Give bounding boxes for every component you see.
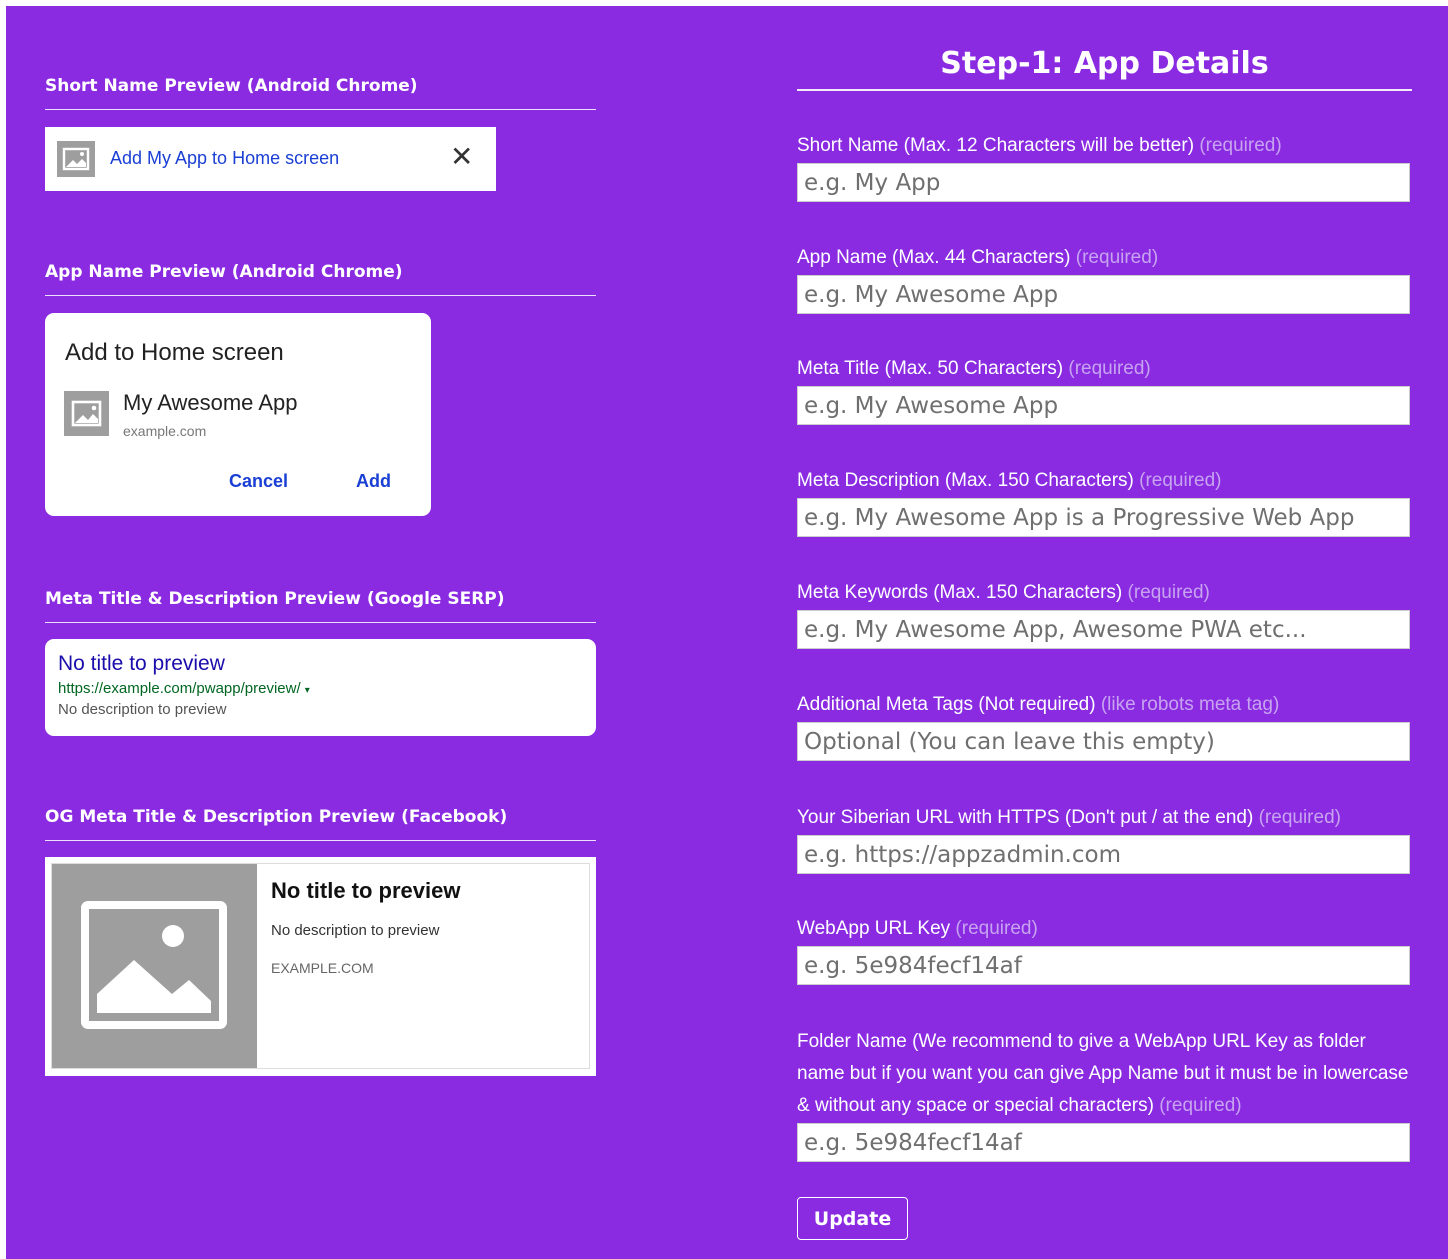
short-name-input[interactable]	[797, 163, 1410, 202]
app-image-placeholder-icon	[64, 391, 109, 436]
facebook-preview-title: OG Meta Title & Description Preview (Fac…	[45, 807, 596, 841]
folder-name-input[interactable]	[797, 1123, 1410, 1162]
app-name-preview-title: App Name Preview (Android Chrome)	[45, 262, 596, 296]
dialog-cancel-button[interactable]: Cancel	[229, 471, 288, 492]
og-description: No description to preview	[271, 922, 440, 939]
short-name-banner: Add My App to Home screen ✕	[45, 127, 496, 191]
add-to-home-dialog: Add to Home screen My Awesome App exampl…	[45, 313, 431, 516]
short-name-preview-title: Short Name Preview (Android Chrome)	[45, 76, 596, 110]
meta-keywords-label: Meta Keywords (Max. 150 Characters) (req…	[797, 582, 1210, 603]
dialog-domain: example.com	[123, 423, 207, 439]
page-background: Short Name Preview (Android Chrome) Add …	[6, 6, 1448, 1259]
og-domain: EXAMPLE.COM	[271, 960, 374, 976]
serp-result-title[interactable]: No title to preview	[58, 652, 225, 676]
update-button[interactable]: Update	[797, 1197, 908, 1240]
facebook-og-inner: No title to preview No description to pr…	[51, 863, 590, 1069]
og-image-placeholder-icon	[52, 864, 257, 1068]
app-name-label: App Name (Max. 44 Characters) (required)	[797, 247, 1159, 268]
form-heading: Step-1: App Details	[797, 46, 1412, 91]
siberian-url-input[interactable]	[797, 835, 1410, 874]
caret-down-icon[interactable]: ▾	[305, 685, 310, 696]
folder-name-label: Folder Name (We recommend to give a WebA…	[797, 1031, 1409, 1116]
close-icon[interactable]: ✕	[450, 141, 473, 173]
webapp-url-key-label: WebApp URL Key (required)	[797, 918, 1038, 939]
webapp-url-key-input[interactable]	[797, 946, 1410, 985]
dialog-heading: Add to Home screen	[65, 339, 284, 366]
serp-result-card: No title to preview https://example.com/…	[45, 639, 596, 736]
serp-preview-title: Meta Title & Description Preview (Google…	[45, 589, 596, 623]
dialog-app-name: My Awesome App	[123, 390, 298, 415]
facebook-og-card: No title to preview No description to pr…	[45, 857, 596, 1076]
serp-result-url: https://example.com/pwapp/preview/	[58, 680, 301, 697]
meta-keywords-input[interactable]	[797, 610, 1410, 649]
app-name-input[interactable]	[797, 275, 1410, 314]
serp-result-description: No description to preview	[58, 701, 227, 718]
image-placeholder-icon	[57, 141, 95, 177]
additional-meta-tags-label: Additional Meta Tags (Not required) (lik…	[797, 694, 1280, 715]
og-title: No title to preview	[271, 878, 461, 903]
meta-description-label: Meta Description (Max. 150 Characters) (…	[797, 470, 1222, 491]
meta-title-label: Meta Title (Max. 50 Characters) (require…	[797, 358, 1151, 379]
siberian-url-label: Your Siberian URL with HTTPS (Don't put …	[797, 807, 1341, 828]
short-name-label: Short Name (Max. 12 Characters will be b…	[797, 135, 1282, 156]
dialog-add-button[interactable]: Add	[356, 471, 391, 492]
additional-meta-tags-input[interactable]	[797, 722, 1410, 761]
serp-result-url-row: https://example.com/pwapp/preview/ ▾	[58, 680, 310, 697]
meta-description-input[interactable]	[797, 498, 1410, 537]
add-to-home-link[interactable]: Add My App to Home screen	[110, 148, 339, 169]
meta-title-input[interactable]	[797, 386, 1410, 425]
